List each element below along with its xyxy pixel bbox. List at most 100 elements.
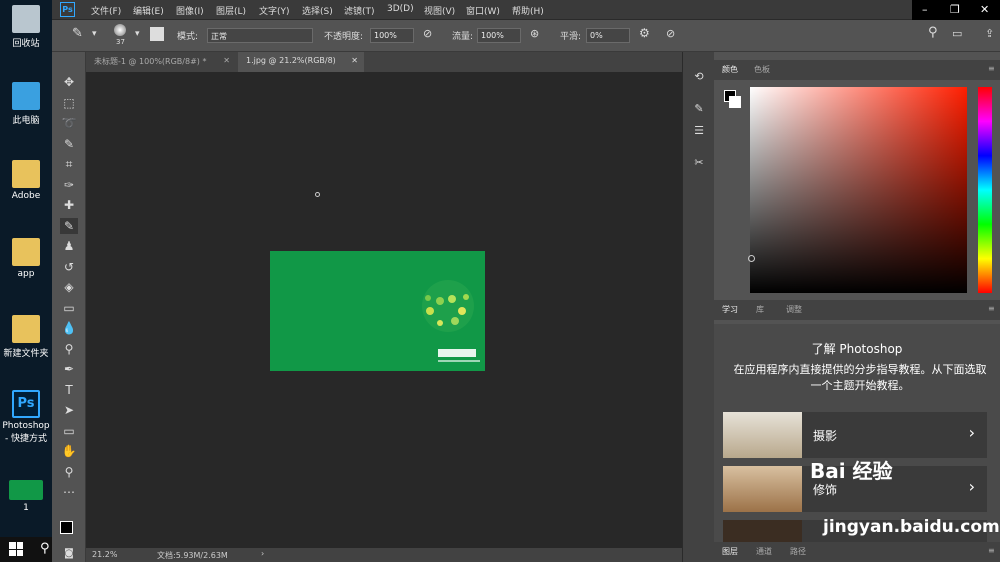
mode-select[interactable]: 正常: [207, 28, 313, 43]
app-folder-icon[interactable]: app: [0, 238, 52, 279]
tab-adjustments[interactable]: 调整: [786, 304, 802, 315]
learn-card-photography[interactable]: 摄影 ›: [723, 412, 987, 458]
menu-view[interactable]: 视图(V): [424, 4, 455, 17]
image-file-icon[interactable]: 1: [0, 480, 52, 513]
chevron-down-icon[interactable]: ▾: [92, 29, 97, 39]
flow-input[interactable]: 100%: [477, 28, 521, 43]
brush-cursor: [315, 192, 320, 197]
gradient-tool-icon[interactable]: ▭: [60, 300, 78, 316]
adobe-folder-icon[interactable]: Adobe: [0, 160, 52, 201]
brush-settings-icon[interactable]: ✎: [691, 102, 707, 118]
search-icon[interactable]: ⚲: [40, 541, 50, 556]
type-tool-icon[interactable]: T: [60, 382, 78, 398]
stamp-tool-icon[interactable]: ♟: [60, 238, 78, 254]
tab-color[interactable]: 颜色: [722, 64, 738, 75]
dodge-tool-icon[interactable]: ⚲: [60, 341, 78, 357]
move-tool-icon[interactable]: ✥: [60, 74, 78, 90]
smoothing-input[interactable]: 0%: [586, 28, 630, 43]
tab-layers[interactable]: 图层: [722, 546, 738, 557]
minimize-icon[interactable]: –: [922, 3, 928, 16]
brush-tool-icon[interactable]: ✎: [72, 26, 83, 41]
mode-label: 模式:: [177, 32, 199, 42]
panel-menu-icon[interactable]: ≡: [988, 304, 995, 313]
tab-libraries[interactable]: 库: [756, 304, 764, 315]
color-panel-tabs: 颜色 色板 ≡: [714, 60, 1000, 80]
canvas-area[interactable]: [86, 72, 682, 548]
menu-filter[interactable]: 滤镜(T): [344, 4, 375, 17]
photoshop-shortcut-icon[interactable]: Ps Photoshop - 快捷方式: [0, 390, 52, 444]
lasso-tool-icon[interactable]: ➰: [60, 115, 78, 131]
tab-channels[interactable]: 通道: [756, 546, 772, 557]
tab-untitled[interactable]: 未标题-1 @ 100%(RGB/8#) * ✕: [86, 52, 236, 72]
menu-help[interactable]: 帮助(H): [512, 4, 544, 17]
color-field[interactable]: [748, 87, 967, 293]
hue-slider[interactable]: [978, 87, 992, 293]
brush-preview-icon[interactable]: [114, 24, 126, 36]
rectangle-tool-icon[interactable]: ▭: [60, 423, 78, 439]
tab-learn[interactable]: 学习: [722, 304, 738, 315]
tab-paths[interactable]: 路径: [790, 546, 806, 557]
crop-tool-icon[interactable]: ⌗: [60, 156, 78, 172]
history-icon[interactable]: ⟲: [691, 70, 707, 86]
this-pc-icon[interactable]: 此电脑: [0, 82, 52, 126]
desktop-icon-label: Adobe: [11, 191, 41, 201]
airbrush-icon[interactable]: ⊛: [530, 27, 539, 40]
menu-window[interactable]: 窗口(W): [466, 4, 500, 17]
windows-start-icon[interactable]: [9, 542, 23, 556]
gear-icon[interactable]: ⚙: [639, 26, 650, 40]
marquee-tool-icon[interactable]: ⬚: [60, 95, 78, 111]
pressure-size-icon[interactable]: ⊘: [666, 27, 675, 40]
panel-menu-icon[interactable]: ≡: [988, 64, 995, 73]
quick-select-tool-icon[interactable]: ✎: [60, 136, 78, 152]
brush-tool-icon[interactable]: ✎: [60, 218, 78, 234]
pressure-opacity-icon[interactable]: ⊘: [423, 27, 432, 40]
panel-menu-icon[interactable]: ≡: [988, 546, 995, 555]
blur-tool-icon[interactable]: 💧: [60, 320, 78, 336]
search-icon[interactable]: ⚲: [928, 25, 938, 40]
desktop: 回收站 此电脑 Adobe app 新建文件夹 Ps Photoshop - 快…: [0, 0, 52, 537]
eraser-tool-icon[interactable]: ◈: [60, 279, 78, 295]
menu-edit[interactable]: 编辑(E): [133, 4, 164, 17]
chevron-down-icon[interactable]: ▾: [135, 29, 140, 39]
close-icon[interactable]: ✕: [351, 56, 358, 65]
share-icon[interactable]: ⇪: [985, 27, 994, 40]
foreground-color-swatch[interactable]: [60, 521, 73, 534]
document-tabs: 未标题-1 @ 100%(RGB/8#) * ✕ 1.jpg @ 21.2%(R…: [86, 52, 682, 72]
menu-type[interactable]: 文字(Y): [259, 4, 290, 17]
healing-tool-icon[interactable]: ✚: [60, 197, 78, 213]
maximize-icon[interactable]: ❐: [950, 3, 960, 16]
eyedropper-tool-icon[interactable]: ✑: [60, 177, 78, 193]
more-tools-icon[interactable]: ⋯: [60, 484, 78, 500]
path-select-tool-icon[interactable]: ➤: [60, 402, 78, 418]
tab-swatches[interactable]: 色板: [754, 64, 770, 75]
background-color-swatch[interactable]: [729, 96, 741, 108]
hand-tool-icon[interactable]: ✋: [60, 443, 78, 459]
quick-mask-icon[interactable]: ◙: [60, 546, 78, 562]
history-brush-tool-icon[interactable]: ↺: [60, 259, 78, 275]
document-image[interactable]: [270, 251, 485, 371]
baidu-watermark: Bai 经验: [810, 459, 893, 483]
learn-description: 在应用程序内直接提供的分步指导教程。从下面选取一个主题开始教程。: [733, 363, 987, 392]
zoom-tool-icon[interactable]: ⚲: [60, 464, 78, 480]
zoom-level[interactable]: 21.2%: [92, 550, 117, 559]
workspace-icon[interactable]: ▭: [952, 27, 962, 40]
card-title: 摄影: [813, 429, 838, 443]
new-folder-icon[interactable]: 新建文件夹: [0, 315, 52, 359]
brush-panel-icon[interactable]: [150, 27, 164, 41]
adjust-icon[interactable]: ☰: [691, 124, 707, 140]
pen-tool-icon[interactable]: ✒: [60, 361, 78, 377]
opacity-input[interactable]: 100%: [370, 28, 414, 43]
menu-select[interactable]: 选择(S): [302, 4, 333, 17]
menu-file[interactable]: 文件(F): [91, 4, 121, 17]
flow-label: 流量:: [452, 32, 474, 42]
menu-layer[interactable]: 图层(L): [216, 4, 246, 17]
status-bar: 21.2% 文档:5.93M/2.63M ›: [86, 548, 682, 562]
chevron-right-icon[interactable]: ›: [261, 549, 264, 558]
close-icon[interactable]: ✕: [980, 3, 989, 16]
tools-icon[interactable]: ✂: [691, 156, 707, 172]
close-icon[interactable]: ✕: [223, 56, 230, 65]
menu-3d[interactable]: 3D(D): [387, 4, 414, 14]
recycle-bin-icon[interactable]: 回收站: [0, 5, 52, 49]
tab-1-jpg[interactable]: 1.jpg @ 21.2%(RGB/8) ✕: [238, 52, 364, 72]
menu-image[interactable]: 图像(I): [176, 4, 204, 17]
